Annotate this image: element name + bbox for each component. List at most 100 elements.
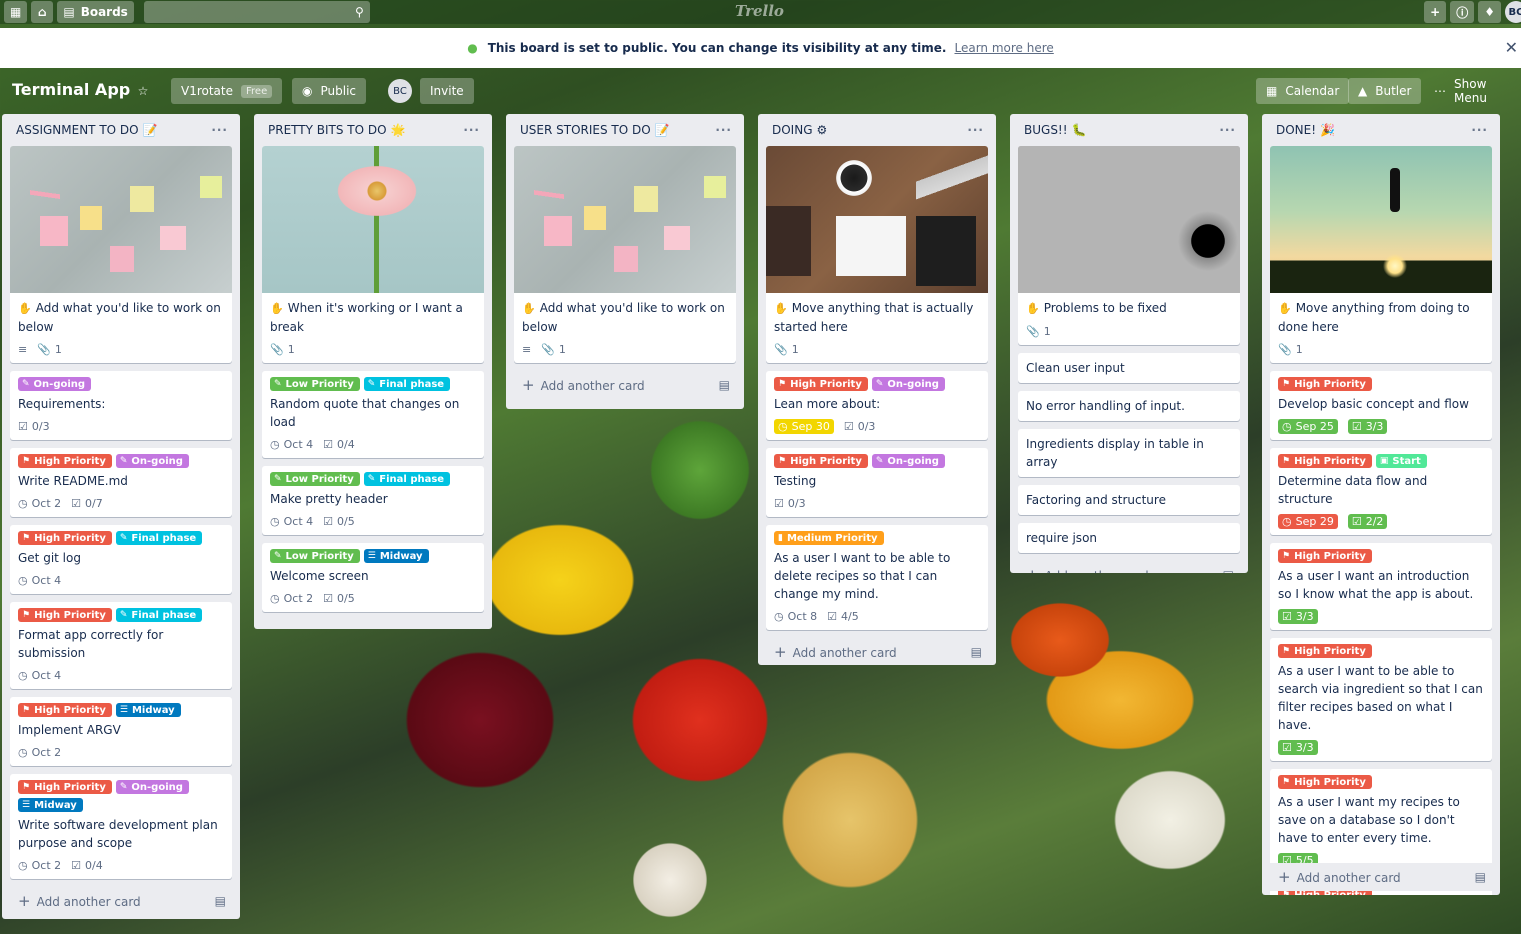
due-date-badge[interactable]: ◷ Oct 2 [18, 746, 61, 759]
visibility-button[interactable]: ◉ Public [292, 78, 366, 104]
list-title[interactable]: DOING ⚙ [772, 123, 827, 137]
card[interactable]: ⚑ High Priority As a user I want an introd… [1270, 543, 1492, 630]
add-card-button[interactable]: + Add another card ▤ [10, 887, 232, 915]
add-card-button[interactable]: + Add another card ▤ [1270, 863, 1492, 891]
show-menu-button[interactable]: ⋯ Show Menu [1424, 77, 1521, 105]
card[interactable]: ⚑ High Priority ✎ Final phase Format app cor… [10, 602, 232, 689]
list-title[interactable]: DONE! 🎉 [1276, 123, 1335, 137]
card[interactable]: Ingredients display in table in array [1018, 429, 1240, 477]
add-card-button[interactable]: + Add another card ▤ [262, 620, 484, 629]
calendar-button[interactable]: ▦ Calendar [1256, 78, 1350, 104]
card-template-icon[interactable]: ▤ [719, 378, 730, 392]
list-menu-icon[interactable]: ··· [1471, 123, 1488, 137]
due-date-badge[interactable]: ◷ Sep 25 [1278, 418, 1338, 434]
card-template-icon[interactable]: ▤ [971, 645, 982, 659]
card-label[interactable]: ✎ Low Priority [270, 472, 360, 486]
list-header[interactable]: BUGS!! 🐛 ··· [1018, 114, 1240, 146]
card-label[interactable]: ⚑ High Priority [18, 780, 112, 794]
user-avatar[interactable]: BC [1505, 1, 1521, 23]
list-title[interactable]: BUGS!! 🐛 [1024, 123, 1087, 137]
list-menu-icon[interactable]: ··· [967, 123, 984, 137]
list-header[interactable]: USER STORIES TO DO 📝 ··· [514, 114, 736, 146]
card-template-icon[interactable]: ▤ [1475, 870, 1486, 884]
card[interactable]: ⚑ High Priority Develop basic concept and … [1270, 371, 1492, 440]
trello-logo[interactable]: Trello [735, 2, 784, 20]
card-label[interactable]: ✎ On-going [115, 454, 189, 468]
add-card-button[interactable]: + Add another card ▤ [766, 638, 988, 665]
due-date-badge[interactable]: ◷ Oct 4 [18, 669, 61, 682]
list-menu-icon[interactable]: ··· [715, 123, 732, 137]
card[interactable]: ⚑ High Priority ☰ Midway Implement ARGV ◷ Oct … [10, 697, 232, 766]
notifications-bell-icon[interactable]: ♦ [1478, 1, 1501, 23]
add-card-button[interactable]: + Add another card ▤ [1018, 561, 1240, 573]
member-avatar[interactable]: BC [388, 79, 412, 103]
card-label[interactable]: ▣ Start [1375, 454, 1427, 468]
card[interactable]: ⚑ High Priority ▣ Start Determine data flow … [1270, 448, 1492, 535]
card[interactable]: ✎ On-going Requirements: ☑ 0/3 [10, 371, 232, 440]
card[interactable]: ⚑ High Priority As a user I want my recipe… [1270, 769, 1492, 874]
card[interactable]: Clean user input [1018, 353, 1240, 383]
due-date-badge[interactable]: ◷ Oct 4 [18, 574, 61, 587]
due-date-badge[interactable]: ◷ Sep 30 [774, 418, 834, 434]
card[interactable]: ✋ Move anything from doing to done here 📎 1 [1270, 146, 1492, 363]
card-label[interactable]: ✎ On-going [115, 780, 189, 794]
due-date-badge[interactable]: ◷ Oct 4 [270, 438, 313, 451]
card-label[interactable]: ⚑ High Priority [1278, 644, 1372, 658]
close-banner-icon[interactable]: ✕ [1505, 38, 1518, 57]
card-label[interactable]: ⚑ High Priority [1278, 377, 1372, 391]
card[interactable]: ✋ Move anything that is actually started … [766, 146, 988, 363]
card-template-icon[interactable]: ▤ [467, 627, 478, 629]
card[interactable]: ✎ Low Priority ☰ Midway Welcome screen ◷ Oct 2… [262, 543, 484, 612]
card[interactable]: ⚑High Priority As a user I want to be abl… [1270, 638, 1492, 761]
card-label[interactable]: ▮ Medium Priority [774, 531, 884, 545]
card[interactable]: ▮ Medium Priority As a user I want to be a… [766, 525, 988, 630]
add-card-button[interactable]: + Add another card ▤ [514, 371, 736, 399]
card-label[interactable]: ✎ Final phase [115, 531, 203, 545]
learn-more-link[interactable]: Learn more here [954, 41, 1053, 55]
list-menu-icon[interactable]: ··· [211, 123, 228, 137]
due-date-badge[interactable]: ◷ Oct 4 [270, 515, 313, 528]
card-label[interactable]: ⚑ High Priority [1278, 549, 1372, 563]
card[interactable]: Factoring and structure [1018, 485, 1240, 515]
card-label[interactable]: ⚑ High Priority [18, 703, 112, 717]
card[interactable]: ✋ When it's working or I want a break 📎 1 [262, 146, 484, 363]
search-input[interactable]: ⚲ [143, 1, 370, 23]
card-label[interactable]: ✎ On-going [18, 377, 92, 391]
card-label[interactable]: ✎ On-going [871, 454, 945, 468]
list-title[interactable]: PRETTY BITS TO DO 🌟 [268, 123, 406, 137]
card-label[interactable]: ☰ Midway [18, 798, 83, 812]
card-label[interactable]: ✎ Final phase [363, 472, 451, 486]
due-date-badge[interactable]: ◷ Oct 2 [18, 497, 61, 510]
card[interactable]: ⚑ High Priority ✎ On-going ☰ Midway Write soft… [10, 774, 232, 879]
card-template-icon[interactable]: ▤ [215, 894, 226, 908]
star-board-button[interactable]: ☆ [128, 78, 158, 104]
list-title[interactable]: USER STORIES TO DO 📝 [520, 123, 670, 137]
team-button[interactable]: V1rotate Free [171, 78, 283, 104]
list-menu-icon[interactable]: ··· [1219, 123, 1236, 137]
card[interactable]: ✋ Add what you'd like to work on below ≡ 📎 1 [514, 146, 736, 363]
card-label[interactable]: ✎ Low Priority [270, 549, 360, 563]
card-label[interactable]: ✎ Final phase [363, 377, 451, 391]
card-label[interactable]: ⚑ High Priority [774, 454, 868, 468]
card-label[interactable]: ⚑ High Priority [1278, 454, 1372, 468]
card[interactable]: ✋ Add what you'd like to work on below ≡ 📎 1 [10, 146, 232, 363]
due-date-badge[interactable]: ◷ Sep 29 [1278, 513, 1338, 529]
home-button[interactable]: ⌂ [31, 1, 54, 23]
list-title[interactable]: ASSIGNMENT TO DO 📝 [16, 123, 158, 137]
boards-button[interactable]: ▤ Boards [57, 1, 134, 23]
list-header[interactable]: DONE! 🎉 ··· [1270, 114, 1492, 146]
card[interactable]: require json [1018, 523, 1240, 553]
info-icon[interactable]: ⓘ [1450, 1, 1475, 23]
card[interactable]: ⚑ High Priority ✎ On-going Write README.md ◷ O… [10, 448, 232, 517]
card[interactable]: ✎ Low Priority ✎ Final phase Random quote th… [262, 371, 484, 458]
due-date-badge[interactable]: ◷ Oct 8 [774, 610, 817, 623]
card-label[interactable]: ✎ On-going [871, 377, 945, 391]
card[interactable]: ✋ Problems to be fixed 📎 1 [1018, 146, 1240, 345]
list-header[interactable]: PRETTY BITS TO DO 🌟 ··· [262, 114, 484, 146]
apps-grid-icon[interactable]: ▦ [4, 1, 28, 23]
card[interactable]: ⚑ High Priority ✎ Final phase Get git log ◷ Oc… [10, 525, 232, 594]
card-label[interactable]: ⚑ High Priority [1278, 775, 1372, 789]
card-label[interactable]: ✎ Low Priority [270, 377, 360, 391]
card-label[interactable]: ⚑ High Priority [18, 531, 112, 545]
card[interactable]: ✎ Low Priority ✎ Final phase Make pretty hea… [262, 466, 484, 535]
